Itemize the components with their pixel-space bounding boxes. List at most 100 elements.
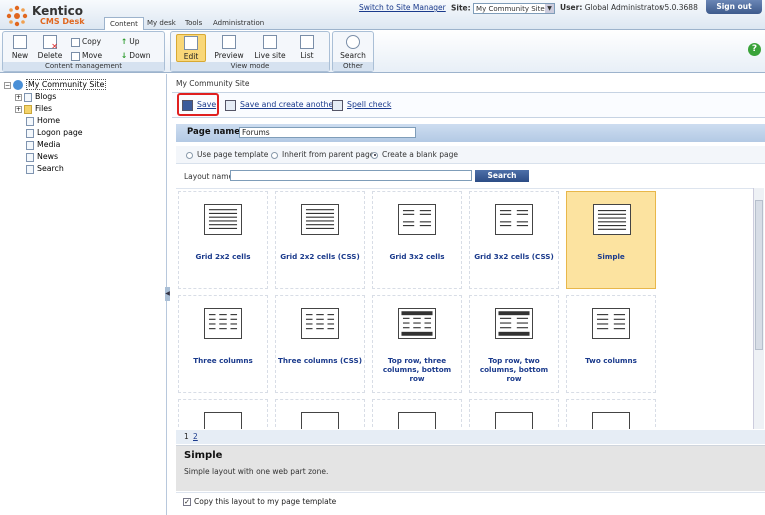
tree-item-blogs[interactable]: + Blogs xyxy=(15,91,56,102)
checkbox-checked-icon[interactable]: ✓ xyxy=(183,498,191,506)
copy-layout-label: Copy this layout to my page template xyxy=(194,497,337,506)
layout-tile-label: Grid 2x2 cells xyxy=(195,252,251,261)
tab-administration[interactable]: Administration xyxy=(208,17,269,30)
tab-content[interactable]: Content xyxy=(104,17,144,31)
layout-tile-partial[interactable] xyxy=(566,399,656,429)
page-name-input[interactable]: Forums xyxy=(239,127,416,138)
layout-tile-label: Two columns xyxy=(585,356,637,365)
collapse-left-icon[interactable]: ◀ xyxy=(165,290,170,297)
version-label: v5.0.3688 xyxy=(660,3,698,12)
selected-layout-description: Simple layout with one web part zone. xyxy=(184,467,329,476)
tree-item-logon-page[interactable]: Logon page xyxy=(26,127,83,138)
tab-my-desk-label: My desk xyxy=(147,19,176,27)
layout-thumbnail-icon xyxy=(495,412,533,429)
layout-scrollbar[interactable] xyxy=(753,188,764,429)
tree-root[interactable]: − My Community Site xyxy=(4,79,107,90)
spell-check-button[interactable]: Spell check xyxy=(332,98,391,112)
layout-tile-two-columns[interactable]: Two columns xyxy=(566,295,656,393)
tree-item-news[interactable]: News xyxy=(26,151,58,162)
radio-icon[interactable] xyxy=(371,151,378,159)
radio-icon[interactable] xyxy=(186,151,193,159)
move-button[interactable]: Move xyxy=(71,50,102,61)
move-icon xyxy=(71,51,80,61)
layout-tile-simple[interactable]: Simple xyxy=(566,191,656,289)
page-2-link[interactable]: 2 xyxy=(193,432,198,441)
spell-check-label: Spell check xyxy=(347,100,392,109)
user-info: User: Global Administrator xyxy=(560,3,662,12)
switch-site-manager-text[interactable]: Switch to Site Manager xyxy=(359,3,446,12)
expand-icon[interactable]: + xyxy=(15,93,22,101)
up-button[interactable]: ↑ Up xyxy=(121,36,140,47)
new-button[interactable]: New xyxy=(5,34,35,62)
layout-tile-top-row-two-columns[interactable]: Top row, two columns, bottom row xyxy=(469,295,559,393)
radio-inherit-parent[interactable]: Inherit from parent page xyxy=(271,150,374,160)
radio-use-page-template[interactable]: Use page template xyxy=(186,150,268,160)
copy-button[interactable]: Copy xyxy=(71,36,101,47)
save-create-another-button[interactable]: Save and create another xyxy=(225,98,336,112)
page-icon xyxy=(26,152,34,162)
save-create-label: Save and create another xyxy=(240,100,337,109)
content-management-label: Content management xyxy=(3,62,164,71)
layout-tile-partial[interactable] xyxy=(178,399,268,429)
layout-three-columns-css-icon xyxy=(301,308,339,339)
list-button-label: List xyxy=(300,51,314,60)
list-button[interactable]: List xyxy=(292,34,322,62)
kentico-logo-icon xyxy=(6,5,28,27)
layout-two-columns-icon xyxy=(592,308,630,339)
delete-button[interactable]: ✕ Delete xyxy=(35,34,65,62)
layout-thumbnail-icon xyxy=(592,412,630,429)
copy-layout-checkbox[interactable]: ✓ Copy this layout to my page template xyxy=(183,497,336,506)
sign-out-button[interactable]: Sign out xyxy=(706,0,762,14)
copy-button-label: Copy xyxy=(82,37,102,46)
tab-my-desk[interactable]: My desk xyxy=(142,17,181,30)
layout-tile-partial[interactable] xyxy=(372,399,462,429)
switch-site-manager-link[interactable]: Switch to Site Manager xyxy=(359,3,446,12)
layout-tile-top-row-three-columns[interactable]: Top row, three columns, bottom row xyxy=(372,295,462,393)
layout-tile-grid-3x2-css[interactable]: Grid 3x2 cells (CSS) xyxy=(469,191,559,289)
delete-icon: ✕ xyxy=(43,35,58,51)
scrollbar-thumb[interactable] xyxy=(755,200,763,350)
tree-item-label: Search xyxy=(37,164,64,173)
preview-button[interactable]: Preview xyxy=(214,34,244,62)
chevron-down-icon[interactable]: ▼ xyxy=(545,4,555,13)
layout-tile-label: Simple xyxy=(597,252,625,261)
collapse-icon[interactable]: − xyxy=(4,81,11,89)
live-site-button[interactable]: Live site xyxy=(252,34,288,62)
site-dropdown[interactable]: My Community Site ▼ xyxy=(473,3,556,14)
layout-tile-grid-3x2[interactable]: Grid 3x2 cells xyxy=(372,191,462,289)
tree-item-media[interactable]: Media xyxy=(26,139,60,150)
radio-create-blank[interactable]: Create a blank page xyxy=(371,150,458,160)
layout-three-columns-icon xyxy=(204,308,242,339)
tab-tools[interactable]: Tools xyxy=(180,17,207,30)
site-label: Site: xyxy=(451,3,471,13)
pager: 1 2 xyxy=(176,430,765,444)
layout-tile-grid-2x2[interactable]: Grid 2x2 cells xyxy=(178,191,268,289)
search-ribbon-label: Search xyxy=(340,51,366,60)
view-mode-group: Edit Preview Live site List View mode xyxy=(170,31,330,72)
radio-icon[interactable] xyxy=(271,151,278,159)
layout-search-button[interactable]: Search xyxy=(475,170,529,182)
layout-tile-partial[interactable] xyxy=(275,399,365,429)
layout-tile-grid-2x2-css[interactable]: Grid 2x2 cells (CSS) xyxy=(275,191,365,289)
tree-item-label: Blogs xyxy=(35,92,57,101)
panel-splitter[interactable]: ◀ xyxy=(165,287,170,301)
layout-tile-partial[interactable] xyxy=(469,399,559,429)
page-1[interactable]: 1 xyxy=(184,432,189,441)
logo-title: Kentico xyxy=(32,4,83,18)
user-name: Global Administrator xyxy=(584,3,663,12)
tree-item-files[interactable]: + Files xyxy=(15,103,52,114)
page-icon xyxy=(26,140,34,150)
preview-icon xyxy=(222,35,236,49)
delete-button-label: Delete xyxy=(37,51,63,60)
layout-tile-three-columns[interactable]: Three columns xyxy=(178,295,268,393)
tree-item-search[interactable]: Search xyxy=(26,163,64,174)
layout-tile-three-columns-css[interactable]: Three columns (CSS) xyxy=(275,295,365,393)
search-ribbon-button[interactable]: Search xyxy=(338,34,368,62)
expand-icon[interactable]: + xyxy=(15,105,22,113)
layout-name-input[interactable] xyxy=(230,170,472,181)
copy-icon xyxy=(71,37,80,47)
tree-item-home[interactable]: Home xyxy=(26,115,60,126)
edit-button[interactable]: Edit xyxy=(176,34,206,62)
down-button[interactable]: ↓ Down xyxy=(121,50,151,61)
help-icon[interactable]: ? xyxy=(748,43,761,56)
